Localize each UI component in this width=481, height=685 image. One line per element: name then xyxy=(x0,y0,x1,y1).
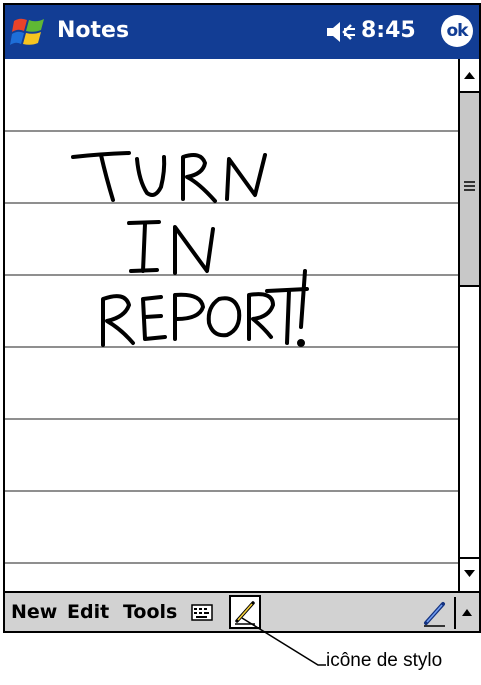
vertical-scrollbar[interactable] xyxy=(458,59,479,591)
pocket-pc-screen: Notes 8:45 ok New Edit Tools xyxy=(3,3,481,633)
grip-icon xyxy=(464,181,475,191)
input-separator xyxy=(454,597,456,629)
note-canvas[interactable] xyxy=(5,59,458,591)
pen-icon xyxy=(235,601,255,625)
keyboard-icon[interactable] xyxy=(191,604,213,621)
ink-word-turn xyxy=(71,151,267,203)
up-arrow-icon[interactable] xyxy=(460,59,479,91)
up-arrow-icon[interactable] xyxy=(461,607,473,617)
ink-word-in xyxy=(127,220,215,275)
pen-icon[interactable] xyxy=(421,598,449,628)
title-bar: Notes 8:45 ok xyxy=(5,5,479,59)
speaker-icon[interactable] xyxy=(325,19,357,45)
menu-tools[interactable]: Tools xyxy=(123,601,177,623)
windows-flag-icon[interactable] xyxy=(10,13,50,51)
scroll-thumb[interactable] xyxy=(460,91,479,287)
clock[interactable]: 8:45 xyxy=(361,18,416,44)
handwritten-ink xyxy=(71,151,309,347)
pen-button[interactable] xyxy=(229,595,261,629)
app-title: Notes xyxy=(57,18,130,43)
callout-label: icône de stylo xyxy=(326,650,443,671)
ok-button[interactable]: ok xyxy=(441,15,473,47)
menu-new[interactable]: New xyxy=(11,601,57,623)
down-arrow-icon[interactable] xyxy=(460,557,479,589)
menu-edit[interactable]: Edit xyxy=(67,601,109,623)
command-bar: New Edit Tools xyxy=(5,591,479,631)
ink-word-report xyxy=(101,269,309,347)
